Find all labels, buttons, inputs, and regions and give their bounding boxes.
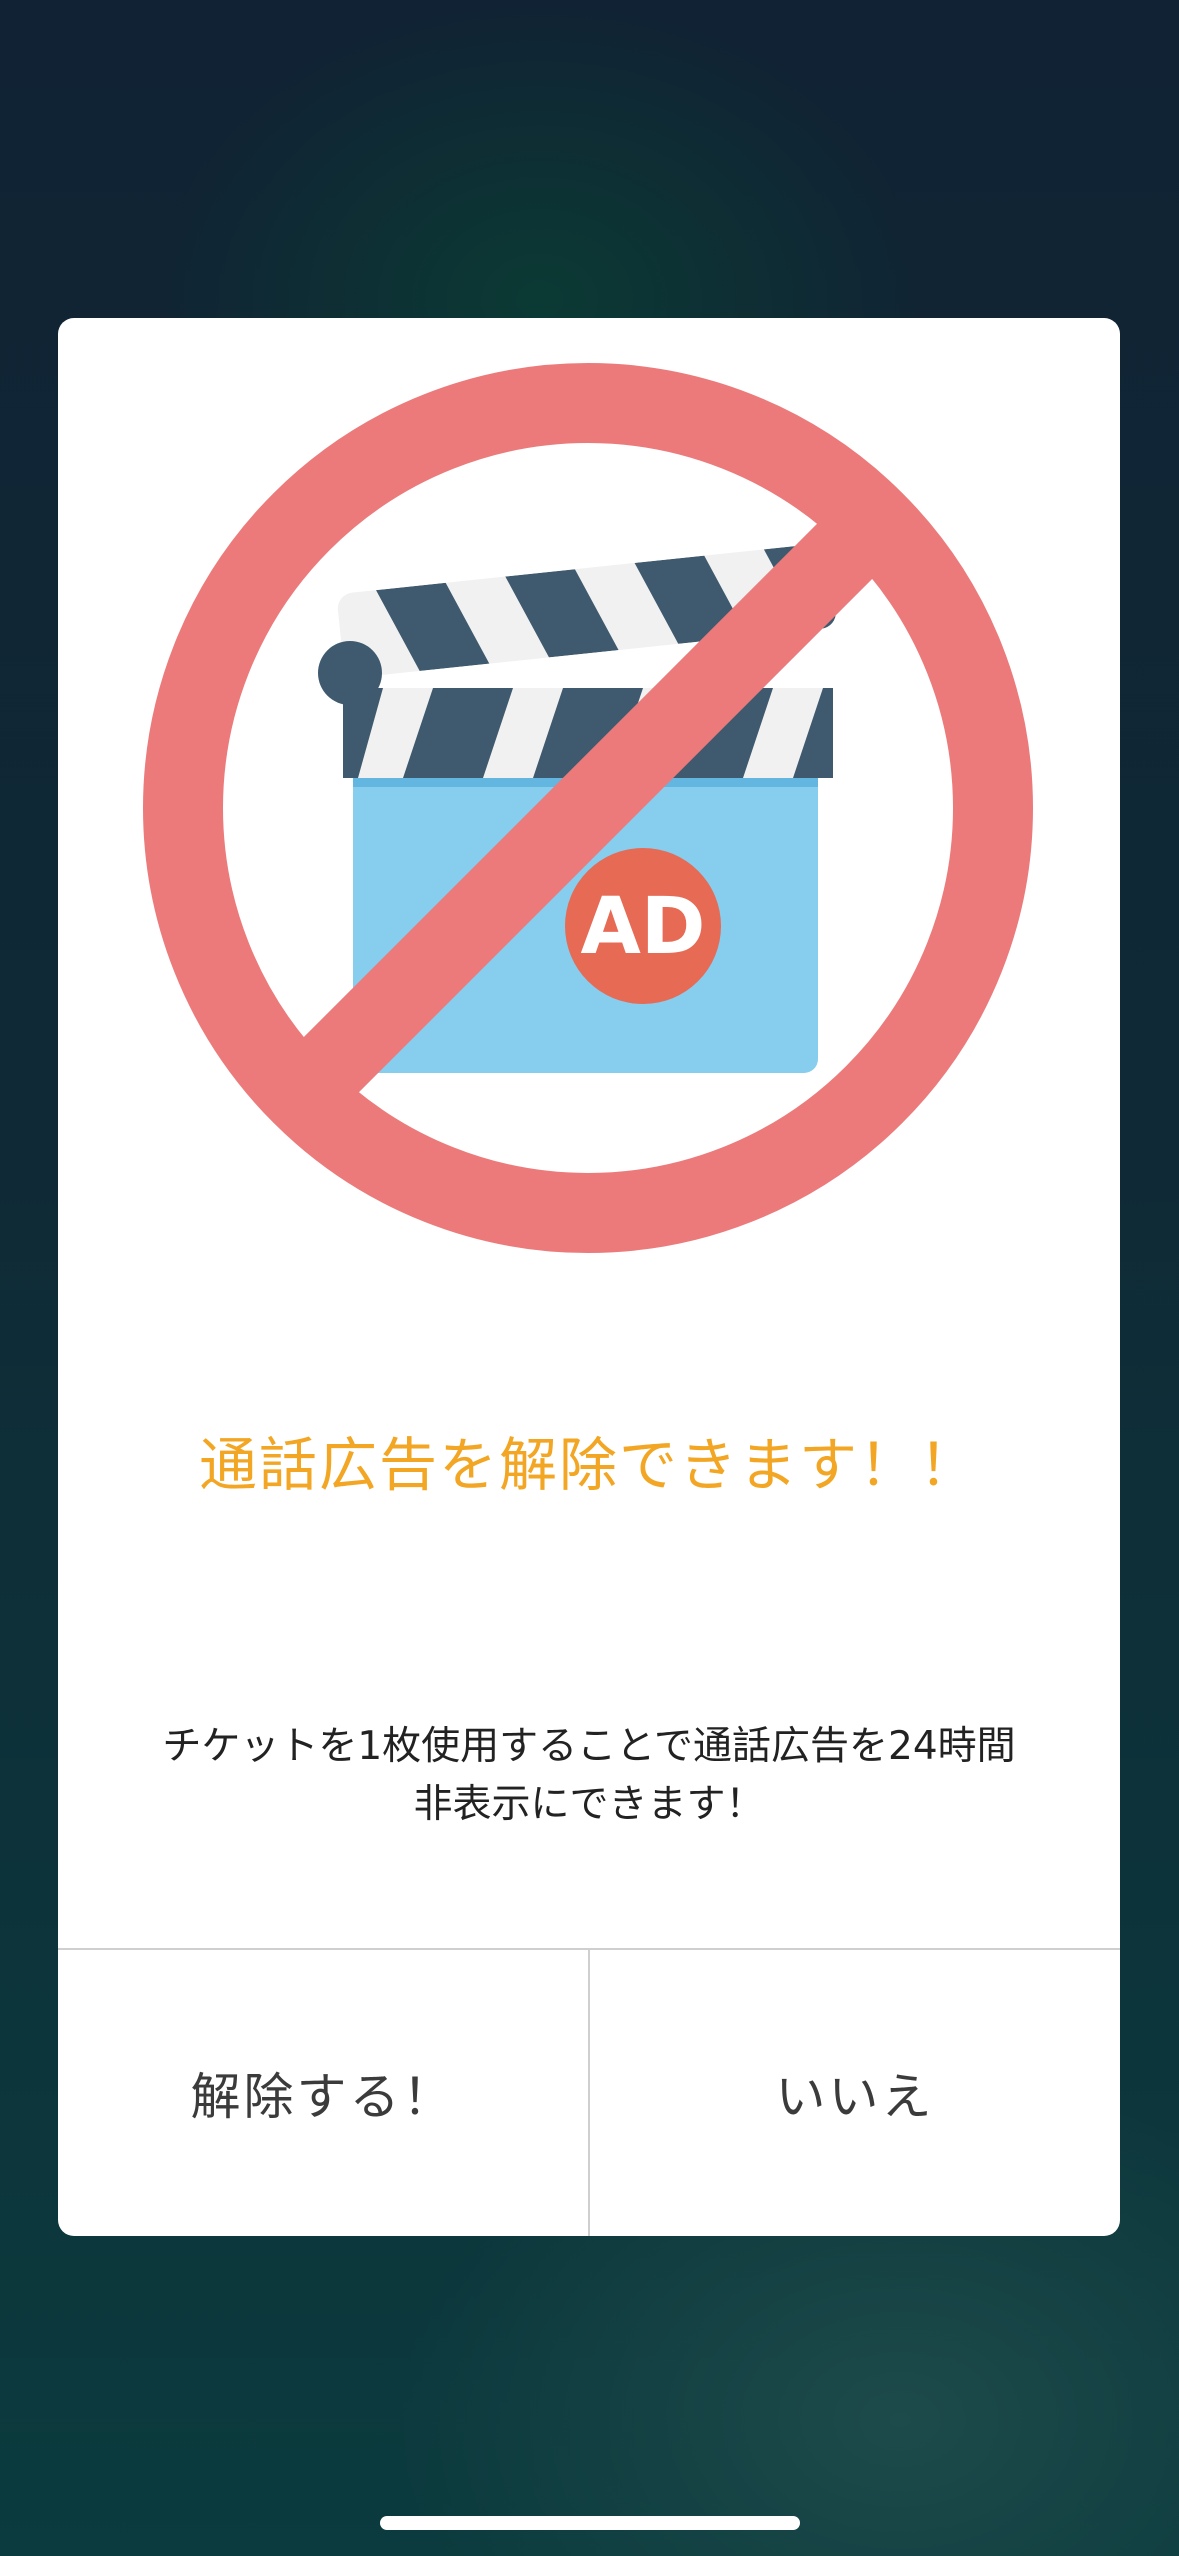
no-ads-icon: AD (138, 358, 1038, 1258)
dialog-title: 通話広告を解除できます！！ (198, 1431, 979, 1499)
dialog-message-line: チケットを1枚使用することで通話広告を24時間 (162, 1724, 1016, 1769)
disable-ads-dialog: AD 通話広告を解除できます！！ チケットを1枚使用することで通話広告を24時間… (58, 318, 1120, 2236)
cancel-button[interactable]: いいえ (588, 1950, 1120, 2236)
confirm-button[interactable]: 解除する！ (58, 1950, 588, 2236)
home-indicator[interactable] (380, 2516, 800, 2530)
dialog-message-line: 非表示にできます！ (413, 1782, 765, 1827)
ad-badge-text: AD (580, 882, 705, 972)
dialog-buttons: 解除する！ いいえ (58, 1948, 1120, 2236)
dialog-message: チケットを1枚使用することで通話広告を24時間 非表示にできます！ (98, 1718, 1080, 1834)
